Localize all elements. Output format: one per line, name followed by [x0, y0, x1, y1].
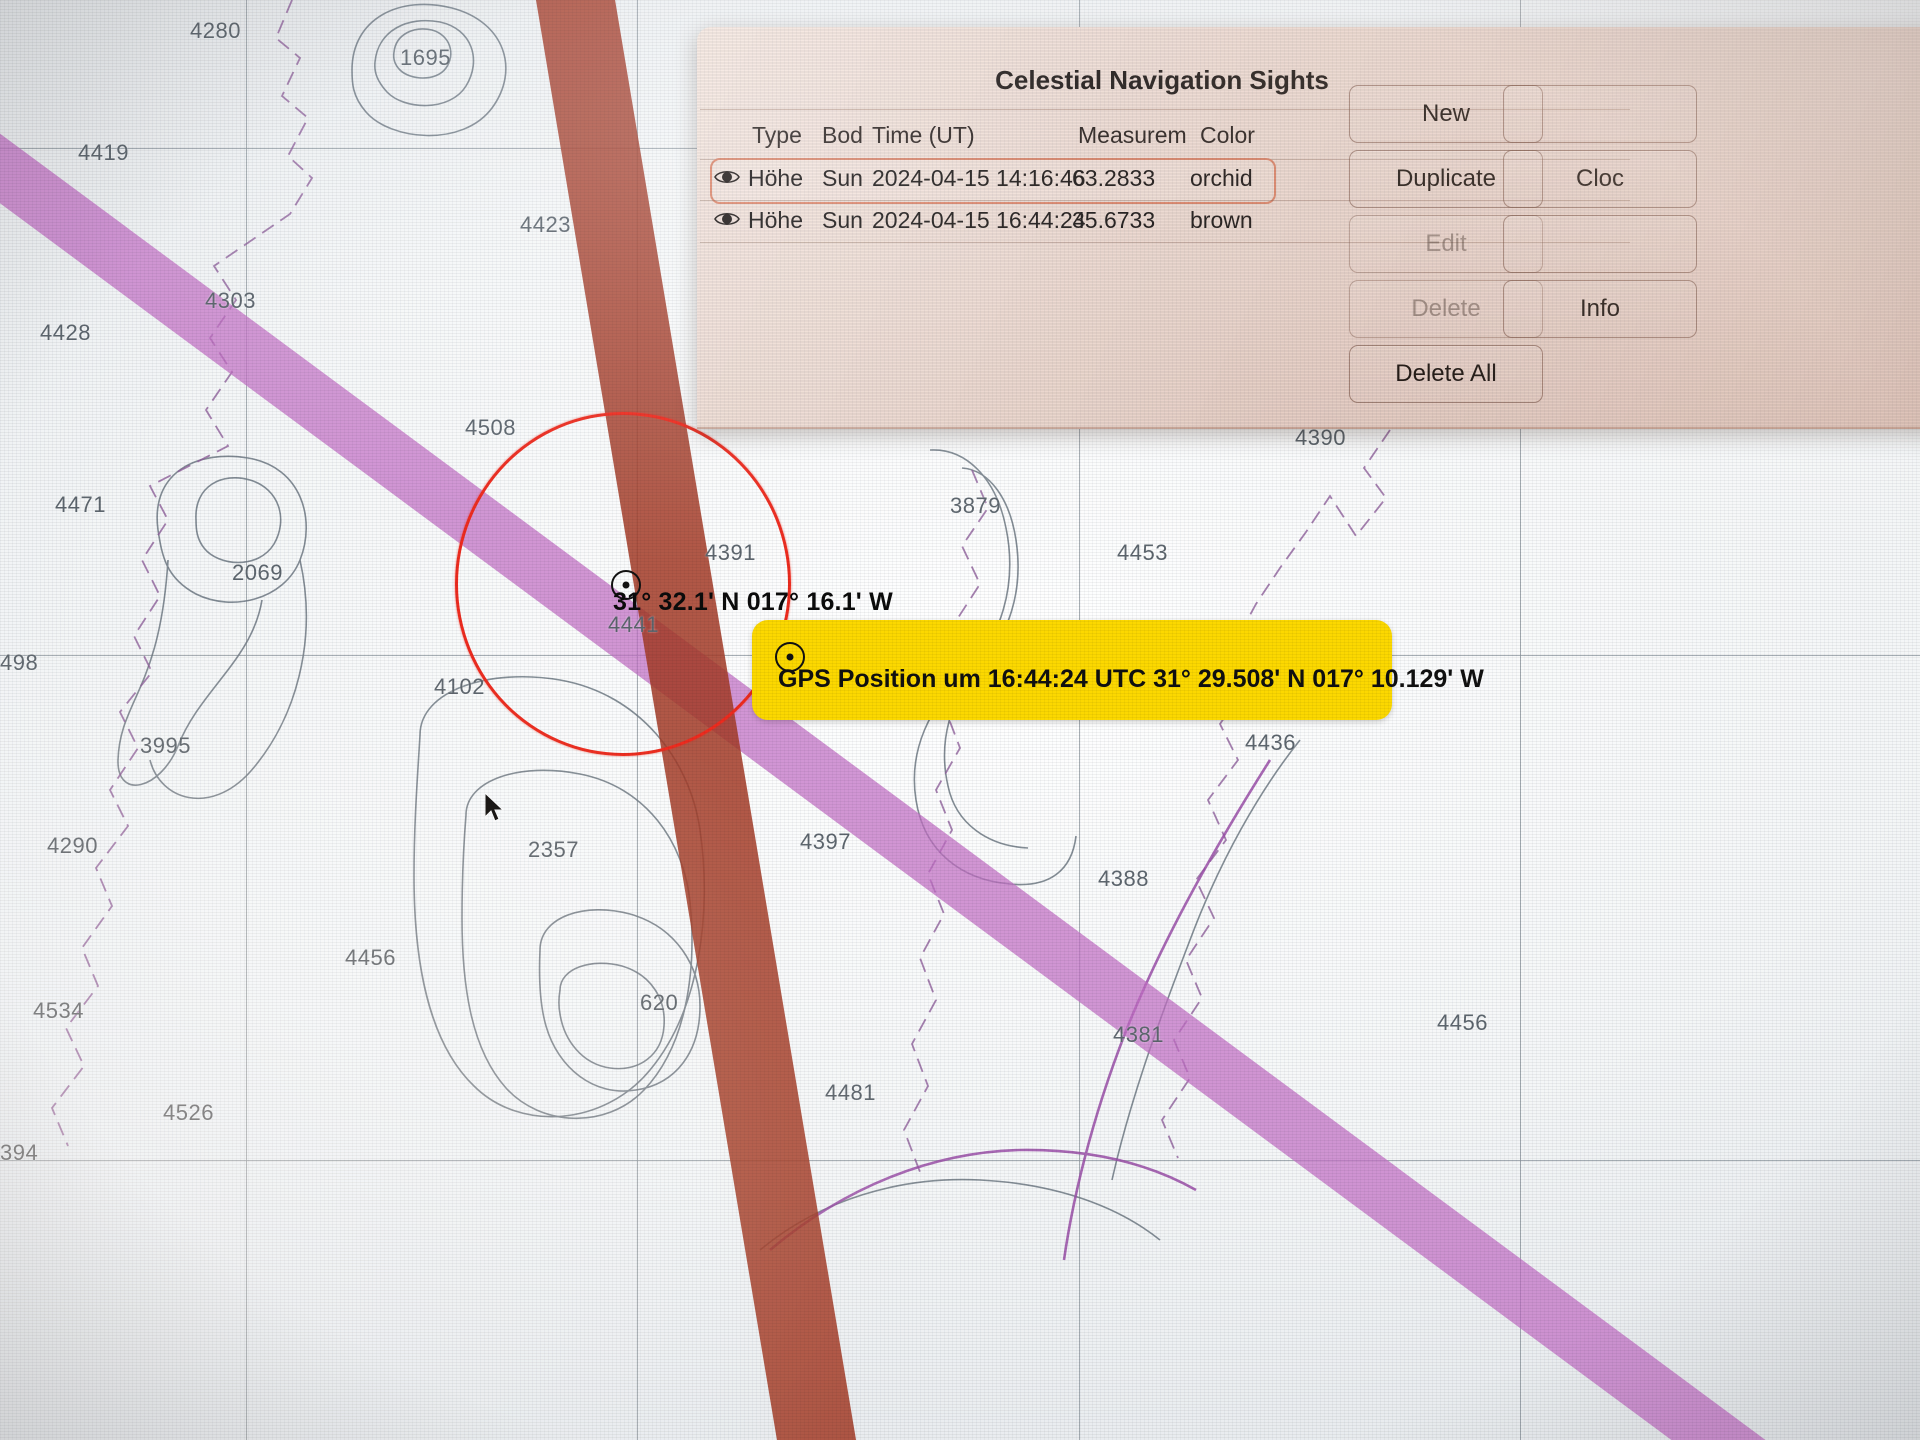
column-header-measurement[interactable]: Measurem	[1078, 122, 1187, 149]
cell-time: 2024-04-15 16:44:24	[872, 207, 1086, 233]
depth-sounding-label: 1695	[400, 45, 451, 70]
eye-icon[interactable]	[714, 167, 740, 187]
cell-color: orchid	[1190, 165, 1253, 191]
depth-sounding-label: 4471	[55, 492, 106, 517]
column-header-color[interactable]: Color	[1200, 122, 1255, 149]
secondary-button-3[interactable]	[1503, 215, 1697, 273]
depth-sounding-label: 4456	[1437, 1010, 1488, 1035]
cell-type: Höhe	[748, 165, 803, 191]
depth-sounding-label: 4290	[47, 833, 98, 858]
cell-color: brown	[1190, 207, 1253, 233]
depth-sounding-label: 4280	[190, 18, 241, 43]
delete-all-button[interactable]: Delete All	[1349, 345, 1543, 403]
cell-body: Sun	[822, 165, 863, 191]
depth-sounding-label: 4481	[825, 1080, 876, 1105]
depth-sounding-label: 4453	[1117, 540, 1168, 565]
depth-sounding-label: 620	[640, 990, 679, 1015]
depth-sounding-label: 4102	[434, 674, 485, 699]
column-header-time[interactable]: Time (UT)	[872, 122, 975, 149]
depth-sounding-label: 2069	[232, 560, 283, 585]
depth-sounding-label: 4508	[465, 415, 516, 440]
depth-sounding-label: 4436	[1245, 730, 1296, 755]
depth-sounding-label: 4526	[163, 1100, 214, 1125]
cell-measurement: 63.2833	[1072, 165, 1156, 191]
depth-sounding-label: 4388	[1098, 866, 1149, 891]
depth-sounding-label: 3995	[140, 733, 191, 758]
eye-icon[interactable]	[714, 209, 740, 229]
depth-sounding-label: 4419	[78, 140, 129, 165]
depth-sounding-label: 4456	[345, 945, 396, 970]
depth-sounding-label: 394	[0, 1140, 39, 1165]
cell-body: Sun	[822, 207, 863, 233]
depth-sounding-label: 4303	[205, 288, 256, 313]
depth-sounding-label: 4381	[1113, 1022, 1164, 1047]
screen-photo: 4280 1695 4419 4423 4303 4428 4508 4390 3879 4471…	[0, 0, 1920, 1440]
info-button[interactable]: Info	[1503, 280, 1697, 338]
gps-position-label: GPS Position um 16:44:24 UTC 31° 29.508'…	[778, 665, 1484, 693]
cell-type: Höhe	[748, 207, 803, 233]
depth-sounding-label: 4428	[40, 320, 91, 345]
computed-fix-label: 31° 32.1' N 017° 16.1' W	[613, 588, 893, 616]
column-header-type[interactable]: Type	[752, 122, 802, 149]
dialog-bottom-edge	[697, 427, 1920, 429]
mouse-cursor-icon	[484, 793, 505, 822]
depth-sounding-label: 4423	[520, 212, 571, 237]
celestial-navigation-sights-dialog: Celestial Navigation Sights Type Bod Tim…	[697, 27, 1920, 429]
clock-button[interactable]: Cloc	[1503, 150, 1697, 208]
cell-measurement: 35.6733	[1072, 207, 1156, 233]
depth-sounding-label: 4397	[800, 829, 851, 854]
depth-sounding-label: 3879	[950, 493, 1001, 518]
depth-sounding-label: 2357	[528, 837, 579, 862]
secondary-button-1[interactable]	[1503, 85, 1697, 143]
depth-sounding-label: 498	[0, 650, 39, 675]
cell-time: 2024-04-15 14:16:46	[872, 165, 1086, 191]
column-header-body[interactable]: Bod	[822, 122, 863, 149]
depth-sounding-label: 4534	[33, 998, 84, 1023]
